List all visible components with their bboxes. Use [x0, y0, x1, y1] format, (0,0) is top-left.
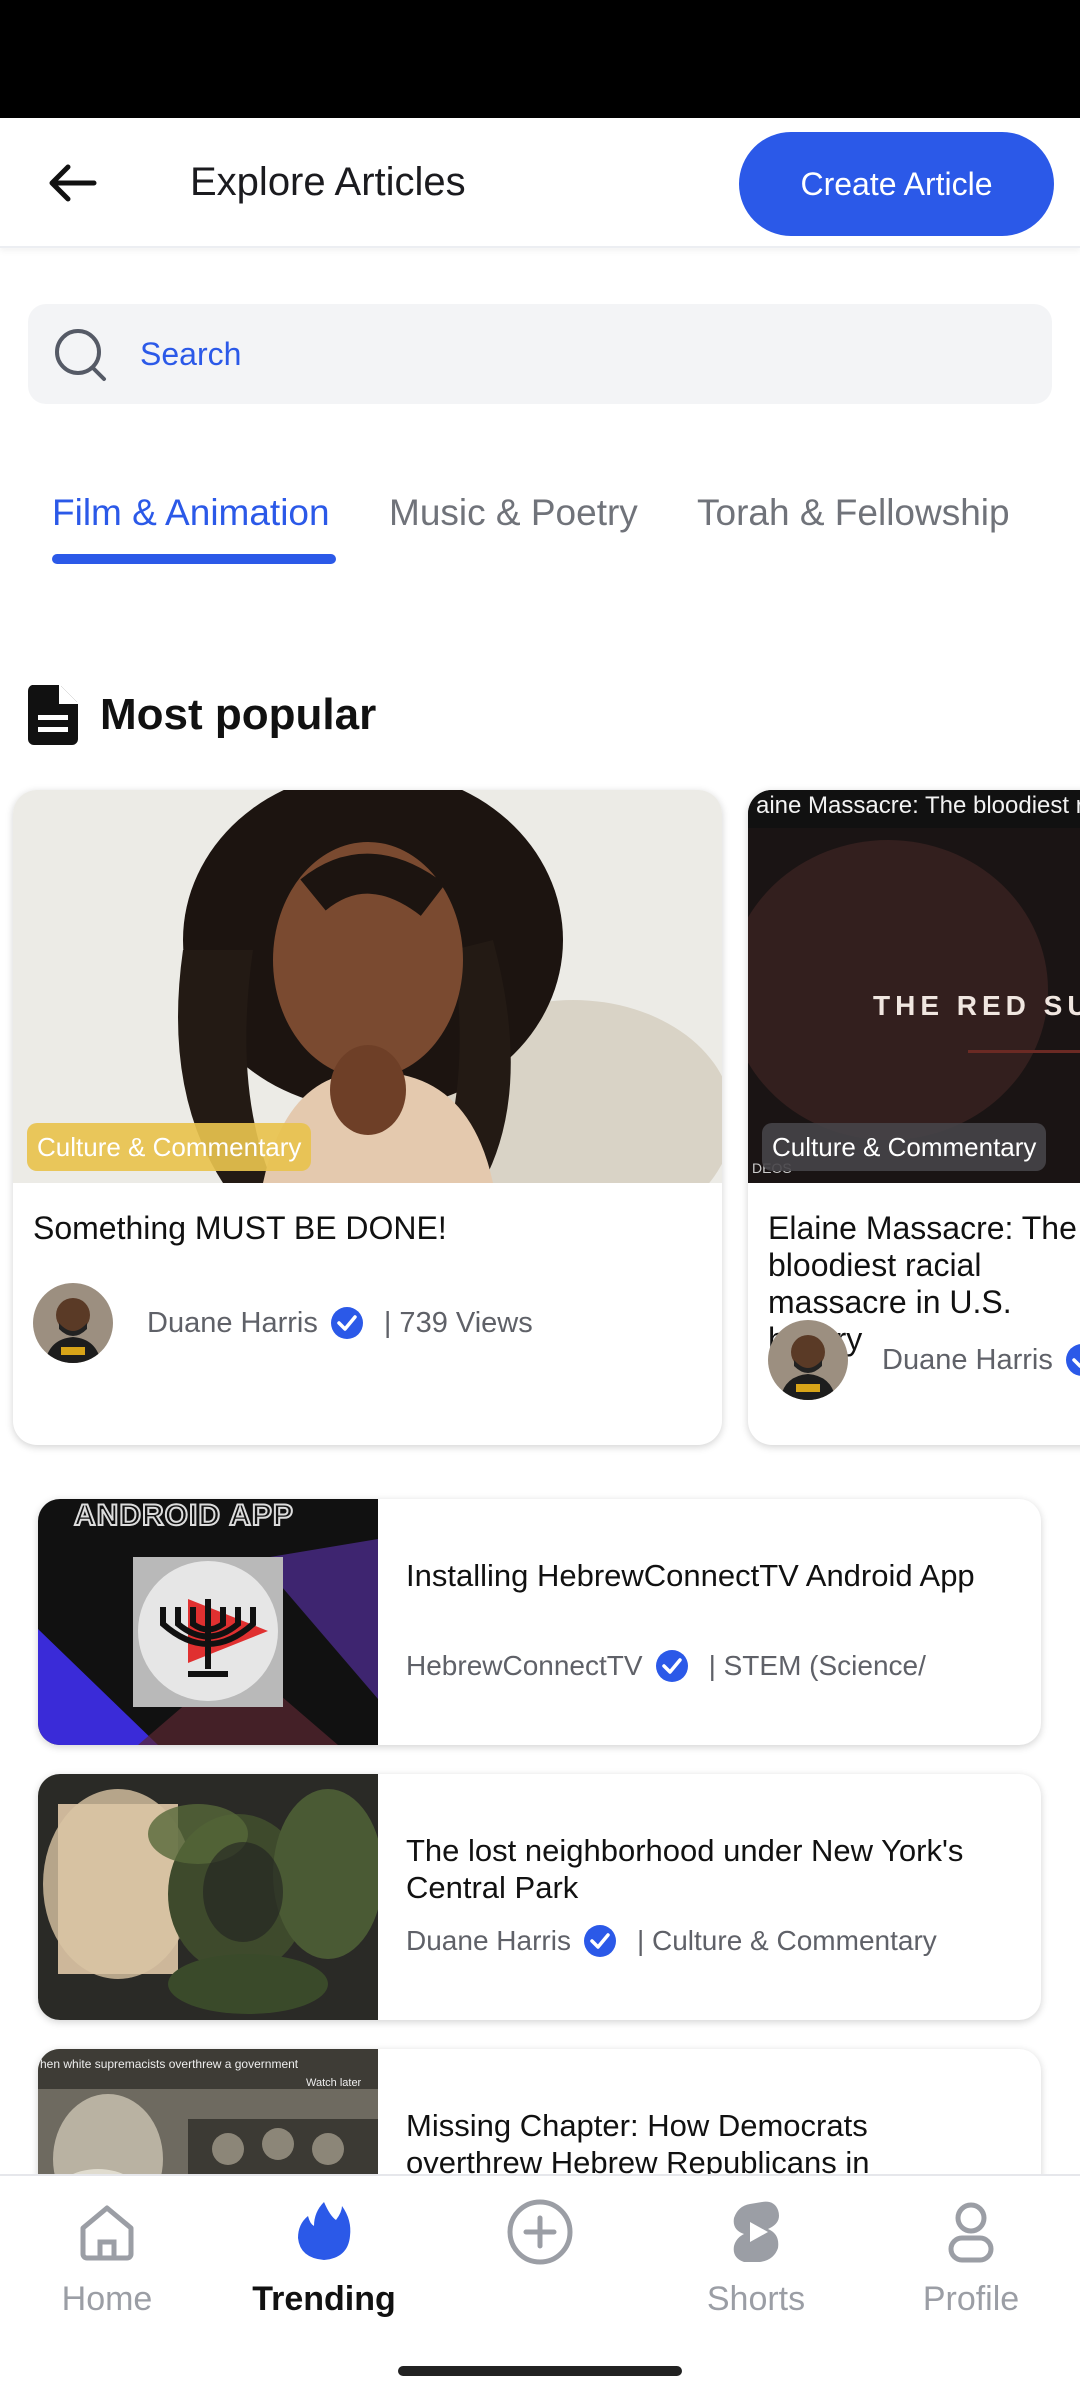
nav-label: Shorts — [706, 2280, 806, 2318]
tab-film-animation[interactable]: Film & Animation — [52, 492, 330, 534]
avatar — [768, 1320, 848, 1400]
article-list-item[interactable]: ANDROID APP Installing HebrewConnectTV A… — [38, 1499, 1041, 1745]
add-circle-icon — [507, 2199, 573, 2265]
article-category: | STEM (Science/ — [708, 1650, 926, 1681]
category-badge: Culture & Commentary — [27, 1123, 312, 1171]
article-thumbnail: Culture & Commentary — [13, 790, 722, 1183]
thumbnail-small-text: Watch later — [306, 2077, 362, 2089]
avatar — [33, 1283, 113, 1363]
tab-torah-fellowship[interactable]: Torah & Fellowship — [697, 492, 1010, 534]
nav-home[interactable]: Home — [7, 2176, 207, 2336]
nav-add[interactable] — [440, 2176, 640, 2336]
nav-label: Profile — [922, 2280, 1020, 2318]
arrow-left-icon — [49, 164, 97, 202]
author-name[interactable]: Duane Harris — [882, 1344, 1053, 1377]
nav-label: Home — [61, 2280, 153, 2318]
article-category: | Culture & Commentary — [636, 1925, 937, 1956]
author-row: Duane Harris | 739 Views — [33, 1283, 533, 1363]
author-name[interactable]: Duane Harris — [406, 1925, 571, 1957]
shorts-icon — [733, 2201, 779, 2262]
article-title: Installing HebrewConnectTV Android App — [406, 1558, 975, 1593]
gesture-handle[interactable] — [398, 2366, 682, 2376]
author-name[interactable]: Duane Harris — [147, 1307, 318, 1340]
search-input[interactable]: Search — [28, 304, 1052, 404]
article-meta: HebrewConnectTV | STEM (Science/ — [406, 1649, 926, 1683]
article-title: The lost neighborhood under New York's C… — [406, 1833, 964, 1905]
document-icon — [27, 685, 79, 745]
app-header: Explore Articles Create Article — [0, 118, 1080, 248]
verified-badge-icon — [330, 1307, 363, 1339]
author-row: Duane Harris — [768, 1320, 1080, 1400]
section-title: Most popular — [100, 690, 377, 739]
article-thumbnail: aine Massacre: The bloodiest r THE RED S… — [748, 790, 1080, 1183]
popular-card[interactable]: Culture & Commentary Something MUST BE D… — [13, 790, 722, 1445]
thumbnail-overlay-text: hen white supremacists overthrew a gover… — [40, 2057, 299, 2071]
author-name[interactable]: HebrewConnectTV — [406, 1650, 643, 1682]
nav-profile[interactable]: Profile — [871, 2176, 1071, 2336]
article-thumbnail: ANDROID APP — [38, 1499, 378, 1745]
thumbnail-caption: THE RED SU — [873, 990, 1080, 1021]
nav-label: Trending — [252, 2280, 396, 2318]
verified-badge-icon — [655, 1650, 688, 1682]
article-thumbnail — [38, 1774, 378, 2020]
category-badge: Culture & Commentary — [762, 1123, 1047, 1171]
tab-music-poetry[interactable]: Music & Poetry — [389, 492, 638, 534]
article-meta: Duane Harris | Culture & Commentary — [406, 1924, 937, 1958]
page-title: Explore Articles — [190, 160, 466, 204]
section-header: Most popular — [26, 680, 376, 750]
thumbnail-overlay-text: ANDROID APP — [73, 1499, 294, 1533]
search-icon — [55, 329, 106, 381]
back-button[interactable] — [40, 153, 104, 213]
verified-badge-icon — [1065, 1344, 1080, 1376]
article-list-item[interactable]: The lost neighborhood under New York's C… — [38, 1774, 1041, 2020]
popular-card[interactable]: aine Massacre: The bloodiest r THE RED S… — [748, 790, 1080, 1445]
system-gesture-bar — [0, 2334, 1080, 2400]
search-placeholder: Search — [140, 336, 242, 372]
active-tab-indicator — [52, 554, 336, 564]
article-title: Something MUST BE DONE! — [33, 1210, 447, 1246]
person-icon — [948, 2202, 994, 2263]
category-tabs: Film & Animation Music & Poetry Torah & … — [0, 480, 1080, 570]
flame-icon — [298, 2202, 351, 2260]
nav-shorts[interactable]: Shorts — [656, 2176, 856, 2336]
verified-badge-icon — [583, 1925, 616, 1957]
nav-trending[interactable]: Trending — [224, 2176, 424, 2336]
thumbnail-overlay-text: aine Massacre: The bloodiest r — [756, 792, 1080, 819]
home-icon — [80, 2205, 134, 2261]
view-count: | 739 Views — [383, 1306, 533, 1339]
article-title: Missing Chapter: How Democrats overthrew… — [406, 2108, 870, 2180]
bottom-navigation: Home Trending Shorts Profile — [0, 2174, 1080, 2334]
create-article-button[interactable]: Create Article — [739, 132, 1054, 236]
status-bar — [0, 0, 1080, 118]
